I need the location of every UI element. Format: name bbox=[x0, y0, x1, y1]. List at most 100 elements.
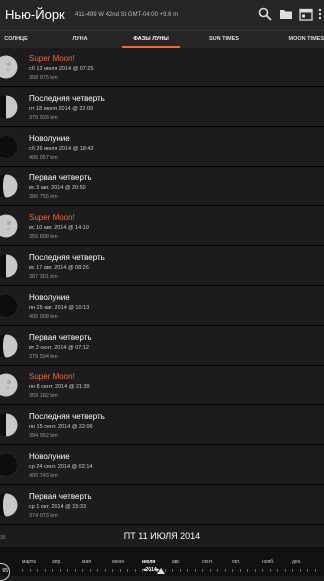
tab-sun-times[interactable]: SUN TIMES bbox=[200, 31, 248, 48]
phase-row[interactable]: Новолуние сб 26 июля 2014 @ 18:42 406 057 … bbox=[0, 127, 324, 167]
timeline-tick bbox=[22, 569, 23, 572]
last-quarter-icon bbox=[0, 254, 18, 278]
phase-title: Последняя четверть bbox=[29, 93, 105, 103]
phase-title: Новолуние bbox=[29, 452, 70, 461]
timeline-tick bbox=[202, 569, 203, 572]
timeline-month[interactable]: апр. bbox=[52, 559, 62, 565]
tab-bar: СОЛНЦЕ ЛУНА ФАЗЫ ЛУНЫ SUN TIMES MOON TIM… bbox=[0, 30, 324, 48]
timeline-month[interactable]: нояб. bbox=[262, 559, 275, 565]
timeline-tick bbox=[232, 569, 233, 572]
phase-distance: 405 908 km bbox=[29, 313, 58, 320]
timeline-year: ◂2014▸ bbox=[143, 567, 160, 573]
timeline-month[interactable]: авг. bbox=[172, 559, 180, 565]
timeline-tick bbox=[292, 569, 293, 572]
timeline-tick bbox=[247, 569, 248, 572]
phase-title: Первая четверть bbox=[29, 332, 92, 342]
phase-title: Последняя четверть bbox=[29, 412, 105, 422]
phase-date: вс 10 авг. 2014 @ 14:10 bbox=[29, 225, 89, 232]
phase-date: вс 17 авг. 2014 @ 08:26 bbox=[29, 265, 89, 271]
phase-row[interactable]: Super Moon! сб 12 июля 2014 @ 07:25 358 97… bbox=[0, 48, 324, 87]
tab-sun[interactable]: СОЛНЦЕ bbox=[0, 31, 32, 48]
phase-row[interactable]: Последняя четверть пт 18 июля 2014 @ 22:0… bbox=[0, 87, 324, 127]
timeline-tick bbox=[44, 569, 46, 572]
month-timeline[interactable]: 65 марта апр. мая июня июля авг. сент. окт. нояб… bbox=[0, 547, 324, 581]
last-quarter-icon bbox=[0, 95, 18, 119]
phase-distance: 394 952 km bbox=[29, 433, 58, 440]
phase-title: Super Moon! bbox=[29, 213, 75, 223]
app-header: Нью-Йорк 411-499 W 42nd St GMT-04:00 +9.… bbox=[0, 0, 324, 30]
timeline-tick bbox=[277, 569, 278, 572]
full-moon-icon bbox=[0, 55, 18, 79]
timeline-tick bbox=[82, 569, 83, 572]
phase-distance: 406 057 km bbox=[29, 154, 58, 161]
phase-date: вт 2 сент. 2014 @ 07:12 bbox=[29, 344, 89, 351]
timeline-month[interactable]: июля bbox=[142, 559, 155, 565]
timeline-tick bbox=[269, 569, 271, 572]
timeline-tick bbox=[52, 569, 53, 572]
phase-title: Первая четверть bbox=[29, 173, 92, 183]
phase-row[interactable]: Super Moon! вс 10 авг. 2014 @ 14:10 356 89… bbox=[0, 207, 324, 247]
phase-row[interactable]: Первая четверть вт 2 сент. 2014 @ 07:12 37… bbox=[0, 326, 324, 366]
phase-date: сб 12 июля 2014 @ 07:25 bbox=[29, 66, 94, 72]
more-icon[interactable] bbox=[316, 7, 324, 21]
phase-title: Первая четверть bbox=[29, 491, 92, 501]
timeline-tick bbox=[37, 569, 38, 572]
tab-moon[interactable]: ЛУНА bbox=[58, 31, 102, 48]
phase-row[interactable]: Super Moon! пн 8 сент. 2014 @ 21:39 359 18… bbox=[0, 366, 324, 406]
current-date: ПТ 11 ИЮЛЯ 2014 bbox=[123, 531, 201, 541]
phase-title: Последняя четверть bbox=[29, 253, 105, 262]
day-circle-label: 65 bbox=[2, 568, 8, 574]
timeline-tick bbox=[217, 569, 218, 572]
phase-title: Super Moon! bbox=[29, 372, 75, 382]
timeline-month[interactable]: мая bbox=[82, 559, 91, 565]
phase-row[interactable]: Последняя четверть вс 17 авг. 2014 @ 08:2… bbox=[0, 247, 324, 286]
calendar-icon[interactable] bbox=[299, 7, 313, 21]
phase-distance: 359 182 km bbox=[29, 393, 58, 400]
timeline-tick bbox=[127, 569, 128, 572]
phase-distance: 379 926 km bbox=[29, 114, 58, 121]
timeline-month[interactable]: дек. bbox=[292, 559, 301, 565]
first-quarter-icon bbox=[0, 334, 18, 358]
timeline-tick bbox=[119, 569, 121, 572]
timeline-tick bbox=[112, 569, 113, 572]
phase-row[interactable]: Первая четверть ср 1 окт. 2014 @ 15:33 374… bbox=[0, 485, 324, 525]
timeline-tick bbox=[224, 569, 226, 572]
first-quarter-icon bbox=[0, 493, 18, 517]
phase-distance: 358 975 km bbox=[29, 75, 58, 81]
timeline-month[interactable]: сент. bbox=[202, 559, 213, 565]
phase-distance: 379 594 km bbox=[29, 353, 58, 360]
timeline-tick bbox=[164, 569, 166, 572]
timeline-tick bbox=[97, 569, 98, 572]
timeline-month[interactable]: окт. bbox=[232, 559, 240, 565]
timeline-tick bbox=[307, 569, 308, 572]
phase-row[interactable]: Новолуние ср 24 сент. 2014 @ 02:14 400 743… bbox=[0, 446, 324, 485]
phase-date: ср 24 сент. 2014 @ 02:14 bbox=[29, 464, 93, 470]
phase-row[interactable]: Новолуние пн 25 авг. 2014 @ 10:13 405 908 … bbox=[0, 286, 324, 326]
phase-row[interactable]: Первая четверть вс 3 авг. 2014 @ 20:50 386… bbox=[0, 167, 324, 207]
timeline-tick bbox=[179, 569, 181, 572]
timeline-tick bbox=[59, 569, 61, 572]
timeline-month[interactable]: июня bbox=[112, 559, 124, 565]
phase-distance: 356 898 km bbox=[29, 234, 58, 241]
location-details: 411-499 W 42nd St GMT-04:00 +9.6 m bbox=[75, 12, 179, 18]
folder-icon[interactable] bbox=[279, 7, 293, 21]
phase-date: пт 18 июля 2014 @ 22:09 bbox=[29, 105, 94, 112]
phase-title: Super Moon! bbox=[29, 54, 75, 63]
phase-date: вс 3 авг. 2014 @ 20:50 bbox=[29, 185, 86, 192]
timeline-tick bbox=[239, 569, 241, 572]
timeline-tick bbox=[104, 569, 106, 572]
city-title[interactable]: Нью-Йорк bbox=[5, 7, 65, 22]
phase-distance: 400 743 km bbox=[29, 473, 58, 479]
timeline-tick bbox=[254, 569, 256, 572]
phase-date: ср 1 окт. 2014 @ 15:33 bbox=[29, 503, 87, 510]
search-icon[interactable] bbox=[258, 7, 272, 21]
last-quarter-icon bbox=[0, 413, 18, 437]
day-circle[interactable]: 65 bbox=[0, 563, 10, 581]
phase-distance: 374 073 km bbox=[29, 512, 58, 519]
timeline-month[interactable]: марта bbox=[22, 559, 36, 565]
phase-distance: 387 301 km bbox=[29, 274, 58, 280]
phase-row[interactable]: Последняя четверть пн 15 сент. 2014 @ 22:… bbox=[0, 406, 324, 446]
timeline-tick bbox=[194, 569, 196, 572]
tab-moon-times[interactable]: MOON TIMES bbox=[276, 31, 324, 48]
tab-moon-phases[interactable]: ФАЗЫ ЛУНЫ bbox=[122, 31, 180, 48]
